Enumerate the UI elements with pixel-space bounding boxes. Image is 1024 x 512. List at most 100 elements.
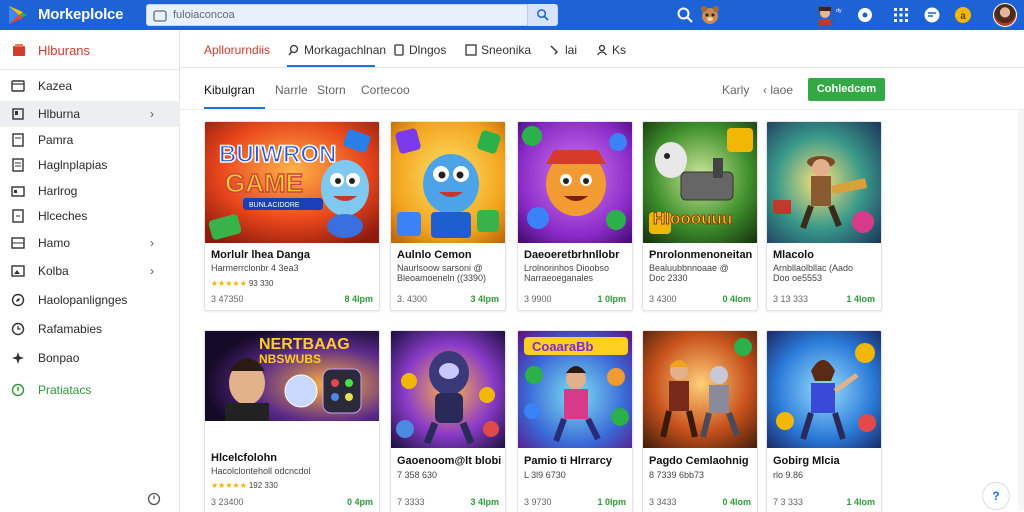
game-card[interactable]: Mlacolo Arnbllaolbllac (Aado Doo oe5553 … <box>766 121 882 311</box>
sidebar-item-harlrog[interactable]: Harlrog <box>0 178 180 204</box>
primary-action-button[interactable]: Cohledcem <box>808 78 885 101</box>
game-card[interactable]: CoaaraBb Pamio ti Hlrrarcy L 3l9 6730 3 … <box>517 330 633 512</box>
card-subtitle: Bleoamoeneln ((3390) <box>397 273 487 283</box>
card-price: 8 4lpm <box>344 294 373 304</box>
filter-cortecoo[interactable]: Cortecoo <box>361 83 410 97</box>
star-icons: ★★★★★ <box>211 279 247 288</box>
tab-sneonika[interactable]: Sneonika <box>465 43 531 57</box>
card-price: 1 4lom <box>846 497 875 507</box>
game-thumbnail: Hlooouuu <box>643 122 757 243</box>
coin-icon[interactable]: a <box>954 6 972 24</box>
card-price: 0 4pm <box>346 497 373 507</box>
thumbnail-title-text: CoaaraBb <box>532 339 593 354</box>
apps-grid-icon[interactable] <box>892 6 910 24</box>
game-card[interactable]: NERTBAAG NBSWUBS Hlcelcfolohn Hacolclont… <box>204 330 380 512</box>
monitor-icon <box>12 133 24 147</box>
thumbnail-title-text: GAME <box>225 168 303 198</box>
sidebar-item-hamo[interactable]: Hamo › <box>0 230 180 256</box>
game-thumbnail <box>767 122 881 243</box>
card-title: Daeoeretbrhnllobr <box>524 249 620 261</box>
active-filter-indicator <box>204 107 265 109</box>
shield-icon <box>11 383 25 397</box>
game-card[interactable]: Pagdo Cemlaohnig 8 7339 6bb73 3 3433 0 4… <box>642 330 758 512</box>
sidebar-item-label: Haglnplapias <box>38 158 108 172</box>
filter-narrle[interactable]: Narrle <box>275 83 308 97</box>
file-icon <box>12 209 24 223</box>
card-price: 0 4lom <box>722 294 751 304</box>
sidebar-item-label: Pamra <box>38 133 74 147</box>
search-icon[interactable] <box>676 6 694 24</box>
help-button[interactable]: ? <box>982 482 1010 510</box>
card-subtitle: Narraeoeganales <box>524 273 594 283</box>
thumbnail-title-text: Hlooouuu <box>653 209 732 228</box>
card-subtitle: Arnbllaolbllac (Aado <box>773 263 854 273</box>
chevron-right-icon: › <box>150 236 154 250</box>
sidebar-item-bonpao[interactable]: Bonpao <box>0 345 180 371</box>
sidebar-item-haglnplapias[interactable]: Haglnplapias <box>0 152 180 178</box>
sidebar-item-kolba[interactable]: Kolba › <box>0 258 180 284</box>
chat-icon[interactable] <box>923 6 941 24</box>
card-subtitle: rlo 9.86 <box>773 470 804 480</box>
filter-storn[interactable]: Storn <box>317 83 346 97</box>
card-subtitle: Lrolnorinhos Dioobso <box>524 263 610 273</box>
card-subtitle: Hacolclonteholl odcncdol <box>211 466 311 476</box>
search-input[interactable]: fuloiaconcoa <box>173 9 235 21</box>
sidebar-item-label: Kolba <box>38 264 69 278</box>
circle-dot-icon[interactable] <box>856 6 874 24</box>
card-subtitle: 7 358 630 <box>397 470 438 480</box>
search-bar[interactable]: fuloiaconcoa <box>146 4 558 26</box>
sidebar: Hlburans Kazea Hlburna › Pamra Haglnplap… <box>0 30 180 512</box>
clock-icon <box>11 322 25 336</box>
document-icon <box>12 158 24 172</box>
print-icon <box>11 186 25 197</box>
sidebar-item-kazea[interactable]: Kazea <box>0 73 180 99</box>
game-card[interactable]: Aulnlo Cemon Naurlsoow sarsoni @ Bleoamo… <box>390 121 506 311</box>
settings-clock-icon[interactable] <box>147 492 161 506</box>
search-icon <box>153 10 167 22</box>
game-thumbnail: BUIWRON GAME BUNLACIDORE <box>205 122 379 243</box>
tab-apllorurndiis[interactable]: Apllorurndiis <box>204 43 270 57</box>
filter-kibulgran[interactable]: Kibulgran <box>204 83 255 97</box>
notification-badge: ᵈʸ <box>836 7 842 16</box>
card-meta: 3 13 333 <box>773 294 809 304</box>
sidebar-header[interactable]: Hlburans <box>12 43 90 58</box>
tab-label: Sneonika <box>481 43 532 57</box>
game-thumbnail <box>391 331 505 448</box>
sidebar-item-hlburna[interactable]: Hlburna › <box>0 101 180 127</box>
game-card[interactable]: BUIWRON GAME BUNLACIDORE Morlulr lhea Da… <box>204 121 380 311</box>
sidebar-item-pratiatacs[interactable]: Pratiatacs <box>0 377 180 403</box>
rating-stars: ★★★★★ 93 330 <box>211 279 273 288</box>
mascot-icon[interactable] <box>699 4 721 26</box>
tag-icon <box>11 80 25 92</box>
card-title: Mlacolo <box>773 249 814 261</box>
card-meta: 3 9730 <box>524 497 552 507</box>
sort-karly[interactable]: Karly <box>722 83 749 97</box>
user-avatar[interactable] <box>993 3 1017 27</box>
sidebar-item-rafamabies[interactable]: Rafamabies <box>0 316 180 342</box>
profile-avatar-icon[interactable] <box>815 4 835 26</box>
search-button[interactable] <box>527 4 557 26</box>
game-thumbnail: CoaaraBb <box>518 331 632 448</box>
card-meta: 3. 4300 <box>397 294 428 304</box>
game-thumbnail <box>767 331 881 448</box>
list-icon <box>11 237 25 249</box>
tab-lai[interactable]: lai <box>549 43 577 57</box>
game-card[interactable]: Hlooouuu Pnrolonmenoneitan Bealuubbnnoaa… <box>642 121 758 311</box>
game-card[interactable]: Daeoeretbrhnllobr Lrolnorinhos Dioobso N… <box>517 121 633 311</box>
sidebar-item-hlceches[interactable]: Hlceches <box>0 203 180 229</box>
game-card[interactable]: Gaoenoom@lt blobi 7 358 630 7 3333 3 4lp… <box>390 330 506 512</box>
filter-bar: Kibulgran Narrle Storn Cortecoo Karly ‹ … <box>180 68 1024 110</box>
tab-morkagachlnan[interactable]: Morkagachlnan <box>288 43 386 57</box>
thumbnail-title-text: BUIWRON <box>219 141 336 168</box>
game-card[interactable]: Gobirg Mlcia rlo 9.86 7 3 333 1 4lom <box>766 330 882 512</box>
tab-ks[interactable]: Ks <box>596 43 626 57</box>
scrollbar[interactable] <box>1018 110 1024 510</box>
tab-label: Ks <box>612 43 627 57</box>
sidebar-item-pamra[interactable]: Pamra <box>0 127 180 153</box>
sidebar-item-haolopanlignges[interactable]: Haolopanlignges <box>0 287 180 313</box>
top-bar: Morkeplolce fuloiaconcoa ᵈʸ a <box>0 0 1024 30</box>
tab-dlngos[interactable]: Dlngos <box>393 43 446 57</box>
top-tabs: Apllorurndiis Morkagachlnan Dlngos Sneon… <box>180 30 1024 68</box>
sort-laoe[interactable]: ‹ laoe <box>763 83 793 97</box>
marketplace-logo-icon[interactable] <box>6 3 30 27</box>
